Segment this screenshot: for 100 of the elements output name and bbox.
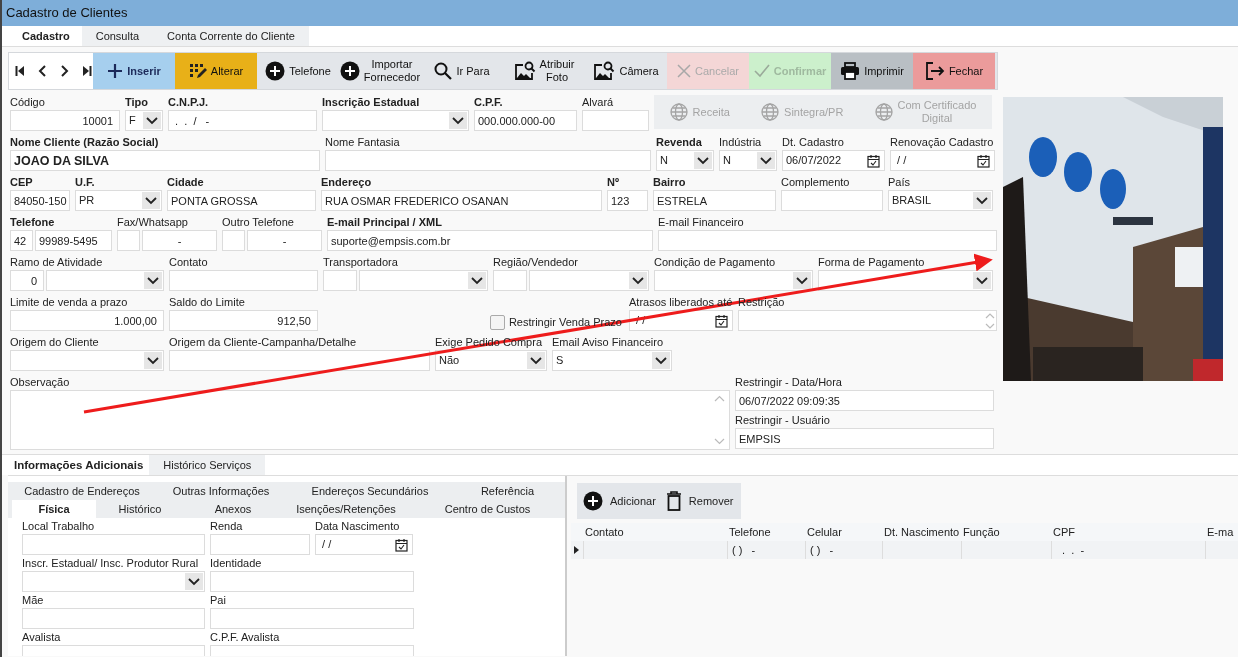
column-header: Telefone [728, 526, 772, 538]
field-label: Ramo de Atividade [10, 255, 103, 270]
tab[interactable]: Isenções/Retenções [282, 500, 410, 518]
field-label: Fax/Whatsapp [117, 215, 188, 230]
toolbar-button[interactable]: Imprimir [831, 53, 913, 89]
tab[interactable]: Cadastro de Endereços [12, 482, 152, 500]
field-label: Nome Fantasia [325, 135, 400, 150]
field-label: Revenda [656, 135, 702, 150]
tab[interactable]: Centro de Custos [410, 500, 565, 518]
tab[interactable]: Física [12, 500, 96, 518]
dropdown[interactable]: S [552, 350, 672, 371]
dropdown[interactable]: BRASIL [888, 190, 993, 211]
tab[interactable]: Consulta [81, 26, 154, 46]
column-header: Função [962, 526, 1001, 538]
text-field[interactable]: 1.000,00 [10, 310, 164, 331]
table-cell: . . - [1051, 541, 1205, 559]
field-label: Renovação Cadastro [890, 135, 994, 150]
code-field[interactable]: 0 [10, 270, 44, 291]
dropdown[interactable]: Não [435, 350, 547, 371]
area-code-field[interactable]: 42 [10, 230, 33, 251]
field-label: Contato [169, 255, 208, 270]
table-cell: ( ) - [727, 541, 805, 559]
field-label: Complemento [781, 175, 850, 190]
text-field[interactable]: ESTRELA [653, 190, 776, 211]
tab[interactable]: Histórico Serviços [149, 455, 266, 475]
column-header: Contato [584, 526, 625, 538]
tab[interactable]: Referência [450, 482, 565, 500]
field-label: Cidade [167, 175, 204, 190]
field-label: U.F. [75, 175, 95, 190]
field-label: Forma de Pagamento [818, 255, 925, 270]
field-label: Identidade [210, 556, 262, 571]
tab[interactable]: Outras Informações [152, 482, 290, 500]
column-header: Dt. Nascimento [883, 526, 961, 538]
field-label: Nº [607, 175, 619, 190]
field-label: Condição de Pagamento [654, 255, 776, 270]
date-field[interactable]: / / [315, 534, 413, 555]
field-label: Mãe [22, 593, 44, 608]
field-label: País [888, 175, 910, 190]
tab[interactable]: Anexos [184, 500, 282, 518]
date-field[interactable]: 06/07/2022 [782, 150, 885, 171]
tab[interactable]: Histórico [96, 500, 184, 518]
toolbar-button[interactable]: Fechar [913, 53, 995, 89]
field-label: Telefone [10, 215, 55, 230]
toolbar-button[interactable]: Inserir [93, 53, 175, 89]
text-field[interactable]: 912,50 [169, 310, 318, 331]
field-label: Renda [210, 519, 243, 534]
grid-button[interactable]: Remover [665, 491, 734, 511]
window-title: Cadastro de Clientes [2, 0, 1238, 26]
field-label: Transportadora [323, 255, 398, 270]
field-label: Observação [10, 375, 70, 390]
field-label: C.P.F. Avalista [210, 630, 280, 645]
field-label: Alvará [582, 95, 614, 110]
toolbar-button[interactable]: Alterar [175, 53, 257, 89]
toolbar-button[interactable]: Telefone [257, 53, 339, 89]
column-header: E-ma [1206, 526, 1235, 538]
field-label: Bairro [653, 175, 686, 190]
tab[interactable]: Endereços Secundários [290, 482, 450, 500]
field-label: Dt. Cadastro [782, 135, 844, 150]
field-label: Tipo [125, 95, 148, 110]
field-label: Local Trabalho [22, 519, 95, 534]
field-label: C.N.P.J. [168, 95, 209, 110]
field-label: Origem da Cliente-Campanha/Detalhe [169, 335, 357, 350]
text-field[interactable]: RUA OSMAR FREDERICO OSANAN [321, 190, 602, 211]
toolbar-button[interactable]: Atribuir Foto [503, 53, 585, 89]
field-label: C.P.F. [474, 95, 503, 110]
toolbar-button[interactable]: Câmera [585, 53, 667, 89]
text-field[interactable]: 84050-150 [10, 190, 70, 211]
text-field[interactable]: 123 [607, 190, 648, 211]
field-label: Restrição [738, 295, 785, 310]
toolbar-button[interactable]: Ir Para [421, 53, 503, 89]
phone-field[interactable]: - [142, 230, 217, 251]
tab[interactable]: Conta Corrente do Cliente [153, 26, 309, 46]
field-label: Restringir - Data/Hora [735, 375, 842, 390]
field-label: Região/Vendedor [493, 255, 578, 270]
dropdown[interactable]: N [656, 150, 714, 171]
dropdown[interactable]: F [125, 110, 163, 131]
phone-field[interactable]: 99989-5495 [35, 230, 112, 251]
field-label: Nome Cliente (Razão Social) [10, 135, 159, 150]
date-field[interactable]: / / [890, 150, 995, 171]
text-field[interactable]: EMPSIS [735, 428, 994, 449]
text-field[interactable]: 06/07/2022 09:09:35 [735, 390, 994, 411]
text-field[interactable]: PONTA GROSSA [167, 190, 316, 211]
field-label: E-mail Principal / XML [327, 215, 442, 230]
field-label: E-mail Financeiro [658, 215, 744, 230]
text-field[interactable]: 000.000.000-00 [474, 110, 577, 131]
text-field[interactable]: 10001 [10, 110, 120, 131]
text-field[interactable]: JOAO DA SILVA [10, 150, 320, 171]
toolbar-button[interactable]: Importar Fornecedor [339, 53, 421, 89]
field-label: Saldo do Limite [169, 295, 245, 310]
field-label: Indústria [719, 135, 762, 150]
phone-field[interactable]: - [247, 230, 322, 251]
text-field[interactable]: . . / - [168, 110, 317, 131]
text-field[interactable]: suporte@empsis.com.br [327, 230, 653, 251]
field-label: Inscr. Estadual/ Insc. Produtor Rural [22, 556, 199, 571]
dropdown[interactable]: N [719, 150, 777, 171]
grid-button[interactable]: Adicionar [583, 491, 656, 511]
dropdown[interactable]: PR [75, 190, 162, 211]
field-label: Outro Telefone [222, 215, 294, 230]
field-label: Pai [210, 593, 226, 608]
field-label: CEP [10, 175, 33, 190]
